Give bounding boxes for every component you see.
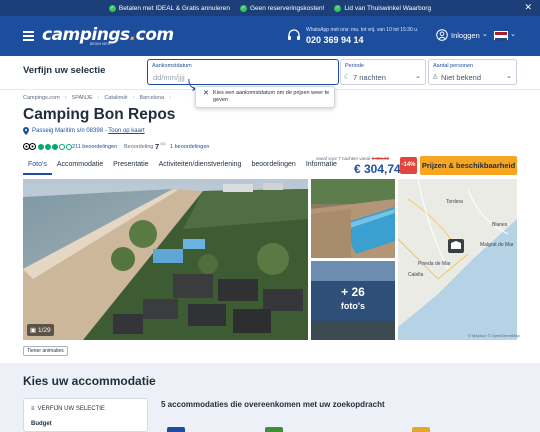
- headset-icon: [288, 29, 300, 40]
- map-label: Tordera: [446, 199, 463, 205]
- section-tabs: Foto's Accommodatie Presentatie Activite…: [23, 156, 342, 175]
- rating-bubble: [38, 144, 44, 150]
- main-photo[interactable]: [23, 179, 308, 340]
- breadcrumb-item[interactable]: Catalonië: [104, 95, 127, 101]
- budget-label: Budget: [31, 421, 52, 427]
- map-label: Calella: [408, 272, 424, 278]
- prices-availability-button[interactable]: Prijzen & beschikbaarheid: [420, 156, 517, 175]
- promo-item: ✓ Geen reserveringskosten!: [239, 4, 325, 12]
- tab-photos[interactable]: Foto's: [23, 156, 52, 175]
- tripadvisor-rating-bubbles: [38, 144, 72, 150]
- rating-bubble: [59, 144, 65, 150]
- pool-photo[interactable]: [311, 179, 395, 258]
- reviews-link[interactable]: 1 beoordelingen: [170, 144, 209, 150]
- hamburger-menu-icon[interactable]: [23, 31, 34, 41]
- accommodation-title: Kies uw accommodatie: [23, 374, 156, 388]
- more-photos-overlay[interactable]: + 26 foto's: [311, 285, 395, 313]
- dutch-flag-icon[interactable]: [494, 31, 508, 41]
- breadcrumb-item[interactable]: Campings.com: [23, 95, 60, 101]
- price-note: vanaf voor 7 nachten vanaf € 355,53: [316, 156, 390, 161]
- chevron-down-icon[interactable]: ⌄: [506, 72, 512, 80]
- chevron-down-icon[interactable]: ⌄: [415, 72, 421, 80]
- breadcrumb-separator: ›: [64, 95, 67, 101]
- phone-number[interactable]: 020 369 94 14: [306, 35, 364, 45]
- login-link[interactable]: Inloggen: [451, 31, 480, 40]
- site-header: campings.com BEGIN HIER WhatsApp met ons…: [0, 16, 540, 56]
- check-icon: ✓: [239, 4, 247, 12]
- date-tooltip: ✕ Kies een aankomstdatum om de prijzen w…: [195, 86, 335, 108]
- breadcrumb: Campings.com › SPANJE › Catalonië › Barcelo…: [23, 95, 171, 101]
- filter-icon: ≡: [31, 406, 35, 412]
- location-pin-icon: [23, 127, 29, 135]
- period-label: Periode: [345, 63, 364, 69]
- persons-field[interactable]: Aantal personen ♙ Niet bekend ⌄: [428, 59, 517, 85]
- price: € 304,74: [354, 162, 401, 176]
- accommodation-chip[interactable]: [265, 427, 283, 432]
- filter-heading[interactable]: ≡ VERFIJN UW SELECTIE: [31, 406, 105, 412]
- tripadvisor-owl-icon: [23, 143, 36, 150]
- tooltip-text: Kies een aankomstdatum om de prijzen wee…: [213, 90, 330, 103]
- page-title: Camping Bon Repos: [23, 106, 176, 123]
- address: Passeig Marítim s/n 08398 - Toon op kaar…: [32, 128, 145, 134]
- arrival-date-input[interactable]: dd/mm/jjjj: [153, 73, 185, 82]
- whatsapp-hours: WhatsApp met ons: ma. tot vrij. van 10 t…: [306, 27, 419, 33]
- results-count: 5 accommodaties die overeenkomen met uw …: [161, 400, 385, 409]
- tab-reviews[interactable]: beoordelingen: [246, 156, 300, 175]
- check-icon: ✓: [334, 4, 342, 12]
- rating-label: Beoordeling: [124, 144, 154, 150]
- tab-accommodation[interactable]: Accommodatie: [52, 156, 108, 175]
- user-icon[interactable]: [436, 29, 448, 41]
- chevron-down-icon[interactable]: ⌄: [482, 30, 488, 38]
- map-attribution: © Mapbox © OpenStreetMap: [468, 333, 520, 338]
- old-price: € 355,53: [371, 156, 390, 161]
- rating-max: /10: [160, 141, 166, 146]
- map-label: Blanes: [492, 222, 508, 228]
- breadcrumb-separator: ›: [132, 95, 135, 101]
- check-icon: ✓: [108, 4, 116, 12]
- refine-title: Verfijn uw selectie: [23, 65, 106, 76]
- breadcrumb-separator: ›: [169, 95, 172, 101]
- persons-select[interactable]: Niet bekend: [441, 73, 481, 82]
- breadcrumb-item[interactable]: Barcelona: [139, 95, 164, 101]
- map-label: Malgrat de Mar: [480, 242, 514, 248]
- close-icon[interactable]: ✕: [524, 2, 532, 13]
- promo-item: ✓ Betalen met IDEAL & Gratis annuleren: [108, 4, 230, 12]
- show-on-map-link[interactable]: Toon op kaart: [108, 128, 144, 134]
- arrival-date-label: Aankomstdatum: [152, 63, 192, 69]
- breadcrumb-item[interactable]: SPANJE: [72, 95, 93, 101]
- tripadvisor-reviews-link[interactable]: 211 beoordelingen: [72, 144, 117, 150]
- logo-tagline: BEGIN HIER: [90, 42, 111, 46]
- breadcrumb-separator: ›: [97, 95, 100, 101]
- tab-activities[interactable]: Activiteiten/dienstverlening: [154, 156, 247, 175]
- photo-counter: ▣ 1/29: [27, 324, 54, 336]
- feature-tag: Tiener animaties: [23, 346, 68, 356]
- promo-bar: ✓ Betalen met IDEAL & Gratis annuleren ✓ G…: [0, 0, 540, 16]
- period-field[interactable]: Periode ☾ 7 nachten ⌄: [340, 59, 426, 85]
- chevron-down-icon[interactable]: ⌄: [510, 30, 516, 38]
- rating-bubble: [52, 144, 58, 150]
- arrival-date-field[interactable]: Aankomstdatum dd/mm/jjjj: [147, 59, 339, 85]
- person-icon: ♙: [432, 74, 439, 81]
- period-select[interactable]: 7 nachten: [353, 73, 386, 82]
- moon-icon: ☾: [344, 74, 351, 81]
- promo-item: ✓ Lid van Thuiswinkel Waarborg: [334, 4, 432, 12]
- close-icon[interactable]: ✕: [203, 90, 209, 97]
- camera-icon: ▣: [30, 327, 37, 334]
- rating-value: 7: [155, 142, 160, 151]
- persons-label: Aantal personen: [433, 63, 474, 69]
- rating-bubble: [45, 144, 51, 150]
- search-bar: Verfijn uw selectie Aankomstdatum dd/mm/…: [0, 56, 540, 90]
- map-label: Pineda de Mar: [418, 261, 451, 267]
- accommodation-chip[interactable]: [167, 427, 185, 432]
- accommodation-chip[interactable]: [412, 427, 430, 432]
- discount-badge: -14%: [400, 157, 417, 174]
- tab-presentation[interactable]: Presentatie: [108, 156, 153, 175]
